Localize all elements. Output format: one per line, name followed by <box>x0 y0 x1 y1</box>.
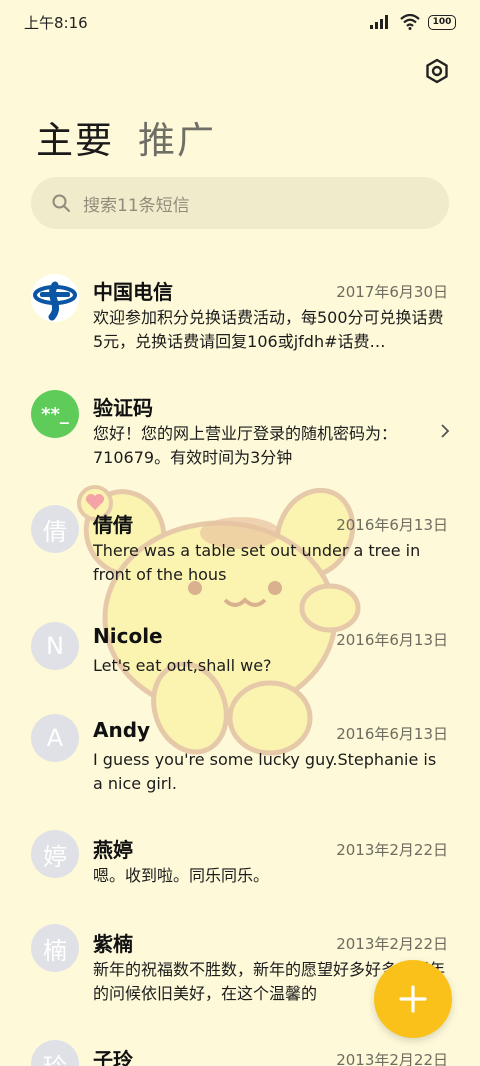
settings-button[interactable] <box>422 56 452 86</box>
china-telecom-logo-icon <box>33 281 77 321</box>
message-row[interactable]: N Nicole 2016年6月13日 Let's eat out,shall … <box>0 610 480 700</box>
contact-name: 子玲 <box>93 1048 133 1066</box>
search-input[interactable]: 搜索11条短信 <box>83 191 190 216</box>
message-date: 2017年6月30日 <box>336 283 448 301</box>
status-bar: 上午8:16 100 <box>0 0 480 46</box>
contact-name: 中国电信 <box>93 280 173 304</box>
avatar: 倩 <box>31 505 79 553</box>
search-bar[interactable]: 搜索11条短信 <box>31 177 449 229</box>
avatar <box>31 274 79 322</box>
category-tabs: 主要 推广 <box>36 110 216 164</box>
battery-indicator: 100 <box>428 14 456 30</box>
tab-promotions[interactable]: 推广 <box>138 110 216 164</box>
contact-name: 燕婷 <box>93 838 133 862</box>
wifi-icon <box>400 14 420 30</box>
plus-icon <box>399 985 427 1013</box>
message-date: 2016年6月13日 <box>336 725 448 743</box>
contact-name: Andy <box>93 718 151 742</box>
avatar: **_ <box>31 390 79 438</box>
contact-name: Nicole <box>93 624 163 648</box>
tab-primary[interactable]: 主要 <box>36 110 114 164</box>
message-date: 2016年6月13日 <box>336 516 448 534</box>
message-row[interactable]: 倩 倩倩 2016年6月13日 There was a table set ou… <box>0 495 480 605</box>
message-date: 2013年2月22日 <box>336 935 448 953</box>
signal-icon <box>370 15 388 29</box>
message-date: 2013年2月22日 <box>336 841 448 859</box>
message-snippet: 嗯。收到啦。同乐同乐。 <box>93 866 270 885</box>
status-time: 上午8:16 <box>24 14 88 32</box>
message-row[interactable]: A Andy 2016年6月13日 I guess you're some lu… <box>0 704 480 814</box>
message-row[interactable]: **_ 验证码 您好！您的网上营业厅登录的随机密码为：710679。有效时间为3… <box>0 378 480 488</box>
avatar: A <box>31 714 79 762</box>
contact-name: 验证码 <box>93 396 153 420</box>
avatar: 婷 <box>31 830 79 878</box>
message-snippet: I guess you're some lucky guy.Stephanie … <box>93 750 437 793</box>
contact-name: 倩倩 <box>93 513 133 537</box>
avatar: 楠 <box>31 924 79 972</box>
contact-name: 紫楠 <box>93 932 133 956</box>
message-snippet: Let's eat out,shall we? <box>93 656 272 675</box>
message-snippet: There was a table set out under a tree i… <box>93 541 421 584</box>
avatar: 玲 <box>31 1040 79 1066</box>
message-date: 2013年2月22日 <box>336 1051 448 1066</box>
message-row[interactable]: 中国电信 2017年6月30日 欢迎参加积分兑换话费活动，每500分可兑换话费5… <box>0 262 480 372</box>
avatar: N <box>31 622 79 670</box>
message-date: 2016年6月13日 <box>336 631 448 649</box>
chevron-right-icon[interactable] <box>440 423 450 439</box>
message-snippet: 您好！您的网上营业厅登录的随机密码为：710679。有效时间为3分钟 <box>93 424 398 467</box>
settings-icon <box>426 58 448 84</box>
search-icon <box>52 194 70 212</box>
message-row[interactable]: 婷 燕婷 2013年2月22日 嗯。收到啦。同乐同乐。 <box>0 820 480 910</box>
message-snippet: 欢迎参加积分兑换话费活动，每500分可兑换话费5元，兑换话费请回复106或jfd… <box>93 308 444 351</box>
status-icons: 100 <box>370 14 456 30</box>
new-message-button[interactable] <box>374 960 452 1038</box>
